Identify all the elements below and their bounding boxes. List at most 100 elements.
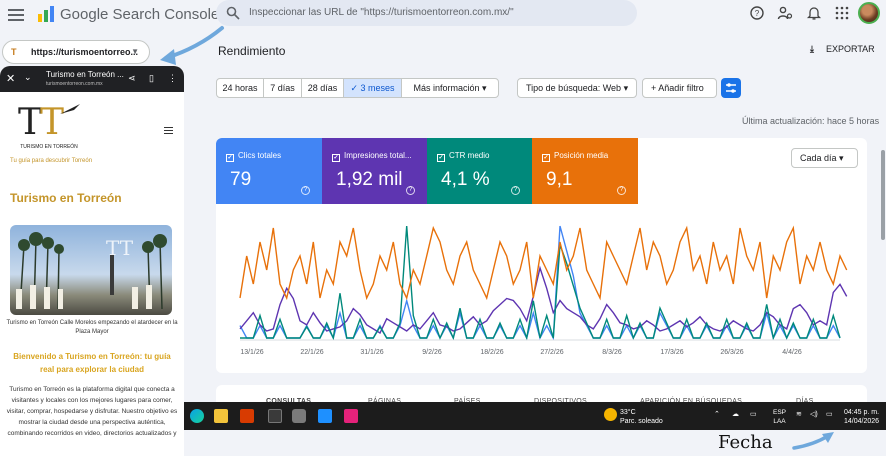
svg-text:T: T xyxy=(18,102,42,143)
metric-clicks-label: Clics totales xyxy=(238,151,282,160)
metric-impressions[interactable]: ✓ Impresiones total... 1,92 mil ? xyxy=(322,138,427,204)
site-tagline: Tu guía para descubrir Torreón xyxy=(10,158,93,164)
x-tick-label: 9/2/26 xyxy=(422,349,442,356)
chevron-down-icon: ▾ xyxy=(839,153,844,163)
metric-impressions-value: 1,92 mil xyxy=(336,169,403,190)
search-icon xyxy=(226,6,240,20)
annotation-arrow-icon xyxy=(792,432,834,450)
onenote-icon[interactable] xyxy=(344,409,358,423)
notifications-icon[interactable] xyxy=(806,5,822,21)
range-24h[interactable]: 24 horas xyxy=(216,78,264,98)
weather-desc: Parc. soleado xyxy=(620,418,663,425)
office-app-icon[interactable] xyxy=(240,409,254,423)
metric-ctr-value: 4,1 % xyxy=(441,169,490,190)
performance-chart: 13/1/26 22/1/26 31/1/26 9/2/26 18/2/26 27/2/2… xyxy=(216,208,867,358)
range-3m-label: 3 meses xyxy=(360,83,395,93)
sun-icon xyxy=(604,408,617,421)
wifi-icon[interactable]: ≋ xyxy=(796,410,802,418)
help-icon[interactable]: ? xyxy=(406,186,415,195)
x-tick-label: 8/3/26 xyxy=(602,349,622,356)
metric-ctr-label: CTR medio xyxy=(449,151,490,160)
weather-widget[interactable]: 33°C Parc. soleado xyxy=(604,408,663,426)
help-icon[interactable]: ? xyxy=(301,186,310,195)
checkbox-icon: ✓ xyxy=(437,154,445,162)
avatar[interactable] xyxy=(858,2,880,24)
annotation-fecha: Fecha xyxy=(718,432,773,453)
url-inspection-search[interactable]: Inspeccionar las URL de "https://turismo… xyxy=(216,0,637,26)
network-icon[interactable]: ▭ xyxy=(750,410,757,418)
scrollbar[interactable] xyxy=(881,150,885,240)
property-favicon-icon: T xyxy=(11,47,17,57)
range-28d[interactable]: 28 días xyxy=(301,78,344,98)
checkbox-icon: ✓ xyxy=(542,154,550,162)
manage-users-icon[interactable] xyxy=(777,5,793,21)
camera-icon[interactable] xyxy=(292,409,306,423)
granularity-selector[interactable]: Cada día ▾ xyxy=(791,148,858,168)
lang-secondary: LAA xyxy=(773,418,786,425)
chevron-up-icon[interactable]: ⌃ xyxy=(714,410,720,418)
page-title: Rendimiento xyxy=(218,44,286,58)
svg-text:TT: TT xyxy=(106,236,134,260)
chevron-down-icon[interactable]: ⌄ xyxy=(24,72,32,83)
export-label: EXPORTAR xyxy=(826,44,875,54)
download-icon: ⤓ xyxy=(810,44,814,54)
hamburger-menu-icon[interactable] xyxy=(164,127,173,135)
series-line-4 xyxy=(239,225,848,301)
edge-icon[interactable] xyxy=(190,409,204,423)
search-type-filter[interactable]: Tipo de búsqueda: Web ▾ xyxy=(517,78,637,98)
store-icon[interactable] xyxy=(268,409,282,423)
turismo-torreon-logo: T T TURISMO EN TORREÓN xyxy=(18,102,80,150)
mobile-tab-title: Turismo en Torreón ... xyxy=(46,70,124,79)
check-icon: ✓ xyxy=(350,83,361,93)
filter-tune-icon xyxy=(726,83,736,93)
volume-icon[interactable]: ◁) xyxy=(810,410,818,418)
taskbar-clock[interactable]: 04:45 p. m. 14/04/2026 xyxy=(844,408,879,426)
search-console-logo xyxy=(38,6,54,22)
battery-icon[interactable]: ▭ xyxy=(826,410,833,418)
svg-text:?: ? xyxy=(755,9,760,18)
range-more[interactable]: Más información ▾ xyxy=(401,78,499,98)
help-icon[interactable]: ? xyxy=(749,5,765,21)
last-update-text: Última actualización: hace 5 horas xyxy=(742,116,880,126)
site-heading: Turismo en Torreón xyxy=(10,191,122,205)
bookmark-icon[interactable]: ▯ xyxy=(149,73,154,84)
metric-position-label: Posición media xyxy=(554,151,609,160)
checkbox-icon: ✓ xyxy=(226,154,234,162)
x-tick-label: 27/2/26 xyxy=(540,349,563,356)
language-indicator[interactable]: ESP LAA xyxy=(773,408,786,426)
property-label: https://turismoentorreo... xyxy=(31,47,139,57)
share-icon[interactable]: ⋖ xyxy=(128,73,136,84)
checkbox-icon: ✓ xyxy=(332,154,340,162)
menu-icon[interactable] xyxy=(8,7,24,21)
range-7d[interactable]: 7 días xyxy=(263,78,302,98)
help-icon[interactable]: ? xyxy=(511,186,520,195)
range-3m[interactable]: ✓ 3 meses xyxy=(343,78,402,98)
property-selector[interactable]: T https://turismoentorreo... ▼ xyxy=(2,40,150,64)
lang-primary: ESP xyxy=(773,409,787,416)
export-button[interactable]: ⤓ EXPORTAR xyxy=(810,44,875,55)
range-more-label: Más información xyxy=(413,83,480,93)
help-icon[interactable]: ? xyxy=(617,186,626,195)
metric-ctr[interactable]: ✓ CTR medio 4,1 % ? xyxy=(427,138,532,204)
mobile-tab-url: turismoentorreon.com.mx xyxy=(46,81,103,87)
clock-date: 14/04/2026 xyxy=(844,418,880,425)
add-filter-button[interactable]: + Añadir filtro xyxy=(642,78,717,98)
metric-clicks[interactable]: ✓ Clics totales 79 ? xyxy=(216,138,322,204)
apps-icon[interactable] xyxy=(834,5,850,21)
file-explorer-icon[interactable] xyxy=(214,409,228,423)
compare-filter-button[interactable] xyxy=(721,78,741,98)
more-vert-icon[interactable]: ⋮ xyxy=(168,73,177,84)
close-icon[interactable]: ✕ xyxy=(6,72,15,85)
chevron-down-icon: ▾ xyxy=(623,83,629,93)
photos-icon[interactable] xyxy=(318,409,332,423)
app-title: Google Search Console xyxy=(60,6,220,23)
series-line-3 xyxy=(240,225,841,341)
metric-position[interactable]: ✓ Posición media 9,1 ? xyxy=(532,138,638,204)
cloud-icon[interactable]: ☁ xyxy=(732,410,739,418)
x-tick-label: 26/3/26 xyxy=(720,349,743,356)
logo-text: TURISMO EN TORREÓN xyxy=(20,143,78,150)
granularity-label: Cada día xyxy=(800,153,837,163)
photo-caption: Turismo en Torreón Calle Morelos empezan… xyxy=(6,320,178,335)
windows-taskbar: 33°C Parc. soleado ⌃ ☁ ▭ ESP LAA ≋ ◁) ▭ … xyxy=(184,402,886,430)
search-placeholder: Inspeccionar las URL de "https://turismo… xyxy=(249,7,514,18)
